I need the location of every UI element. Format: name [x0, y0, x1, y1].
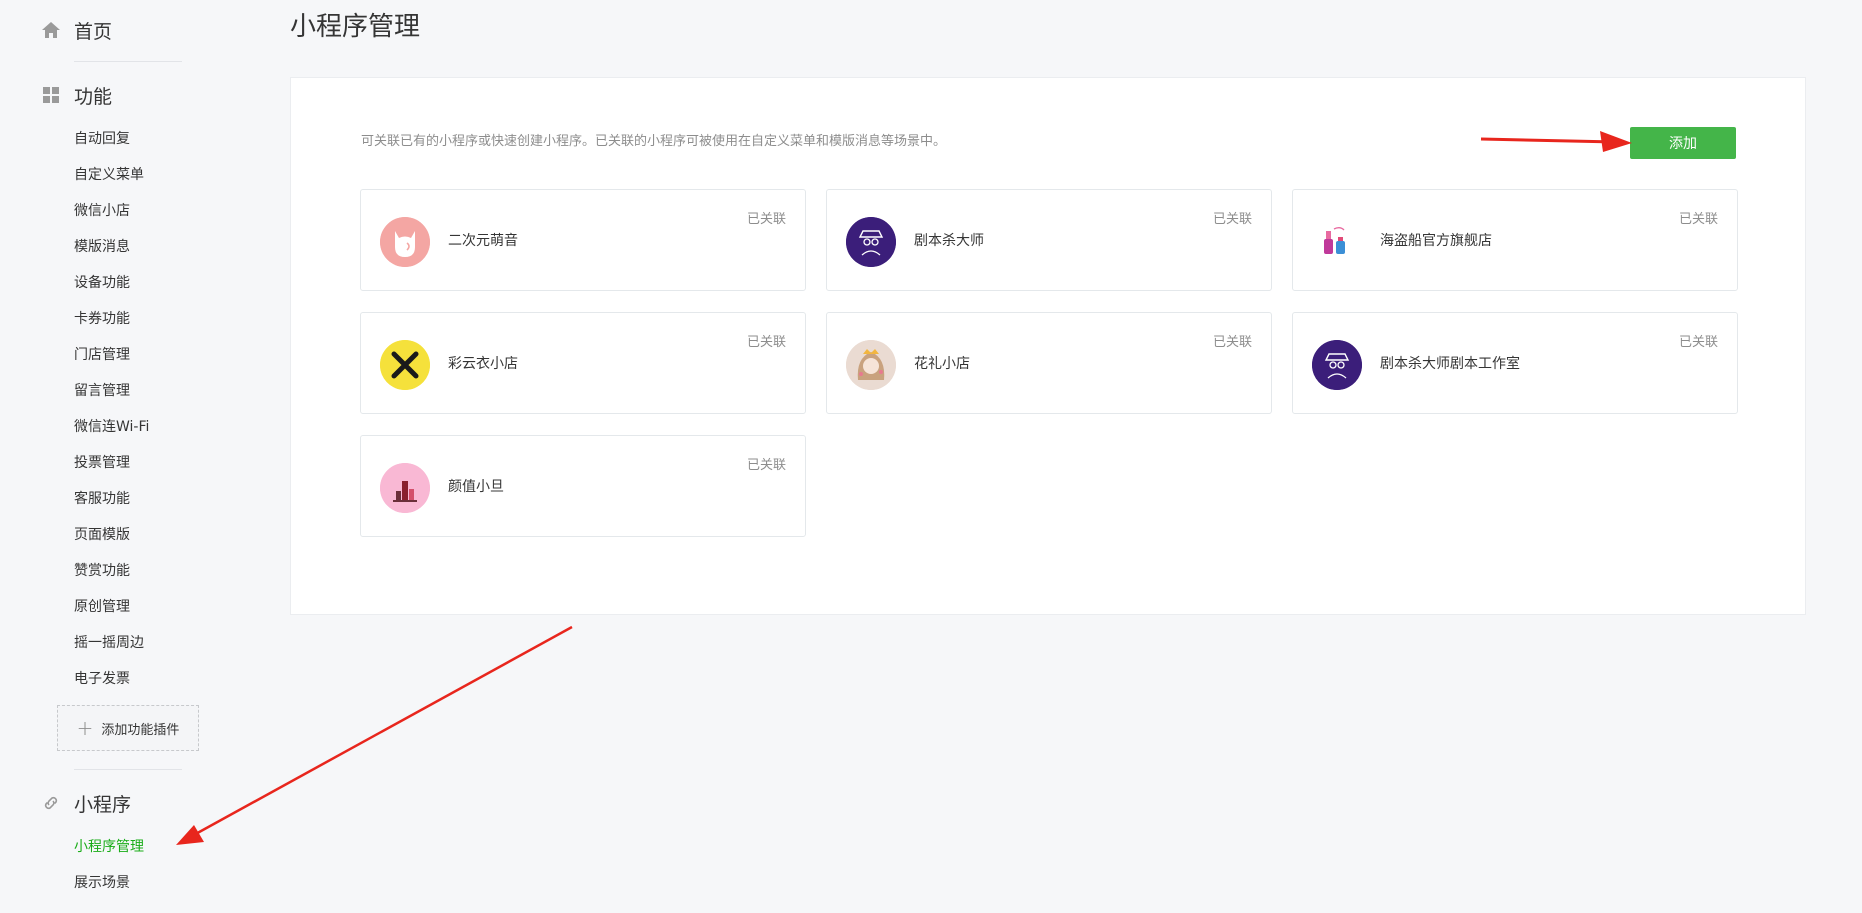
- nav-section-miniprogram: 小程序: [40, 787, 131, 819]
- status-badge: 已关联: [746, 212, 786, 227]
- miniprogram-card[interactable]: 剧本杀大师剧本工作室 已关联: [1292, 312, 1738, 414]
- nav-home-label: 首页: [74, 20, 113, 43]
- miniprogram-name: 海盗船官方旗舰店: [1380, 233, 1492, 249]
- sidebar: 首页 功能 自动回复 自定义菜单 微信小店 模版消息 设备功能 卡券功能 门店管…: [0, 0, 240, 913]
- sidebar-item-shake[interactable]: 摇一摇周边: [74, 625, 149, 661]
- status-badge: 已关联: [1212, 335, 1252, 350]
- miniprogram-card[interactable]: 彩云衣小店 已关联: [360, 312, 806, 414]
- sidebar-item-reward[interactable]: 赞赏功能: [74, 553, 149, 589]
- miniprogram-card[interactable]: 颜值小旦 已关联: [360, 435, 806, 537]
- detective-avatar-icon: [846, 217, 896, 267]
- sidebar-item-custom-menu[interactable]: 自定义菜单: [74, 157, 149, 193]
- status-badge: 已关联: [746, 458, 786, 473]
- sidebar-item-comments[interactable]: 留言管理: [74, 373, 149, 409]
- makeup-avatar-icon: [380, 463, 430, 513]
- status-badge: 已关联: [746, 335, 786, 350]
- status-badge: 已关联: [1678, 212, 1718, 227]
- sidebar-item-voting[interactable]: 投票管理: [74, 445, 149, 481]
- miniprogram-card[interactable]: 二次元萌音 已关联: [360, 189, 806, 291]
- miniprogram-card[interactable]: 花礼小店 已关联: [826, 312, 1272, 414]
- miniprogram-name: 彩云衣小店: [448, 356, 518, 372]
- cosmetics-avatar-icon: [1312, 217, 1362, 267]
- divider: [74, 61, 182, 62]
- add-plugin-label: 添加功能插件: [101, 722, 180, 738]
- miniprogram-card[interactable]: 海盗船官方旗舰店 已关联: [1292, 189, 1738, 291]
- girl-avatar-icon: [846, 340, 896, 390]
- miniprogram-menu: 小程序管理 展示场景: [74, 829, 144, 901]
- miniprogram-card[interactable]: 剧本杀大师 已关联: [826, 189, 1272, 291]
- detective-avatar-icon: [1312, 340, 1362, 390]
- miniprogram-name: 颜值小旦: [448, 479, 504, 495]
- nav-home[interactable]: 首页: [40, 14, 112, 46]
- sidebar-item-store-management[interactable]: 门店管理: [74, 337, 149, 373]
- plus-icon: +: [76, 716, 94, 740]
- sidebar-item-miniprogram-management[interactable]: 小程序管理: [74, 829, 144, 865]
- add-plugin-button[interactable]: + 添加功能插件: [57, 705, 199, 751]
- sidebar-item-display-scenes[interactable]: 展示场景: [74, 865, 144, 901]
- nav-section-features-label: 功能: [74, 85, 113, 108]
- add-button[interactable]: 添加: [1630, 127, 1736, 159]
- status-badge: 已关联: [1212, 212, 1252, 227]
- divider: [74, 769, 182, 770]
- status-badge: 已关联: [1678, 335, 1718, 350]
- link-icon: [40, 792, 62, 814]
- sidebar-item-device[interactable]: 设备功能: [74, 265, 149, 301]
- description-text: 可关联已有的小程序或快速创建小程序。已关联的小程序可被使用在自定义菜单和模版消息…: [361, 134, 947, 149]
- x-avatar-icon: [380, 340, 430, 390]
- cat-avatar-icon: [380, 217, 430, 267]
- miniprogram-name: 剧本杀大师剧本工作室: [1380, 356, 1520, 372]
- page-title: 小程序管理: [290, 12, 421, 42]
- miniprogram-name: 二次元萌音: [448, 233, 518, 249]
- miniprogram-name: 剧本杀大师: [914, 233, 984, 249]
- miniprogram-name: 花礼小店: [914, 356, 970, 372]
- home-icon: [40, 19, 62, 41]
- sidebar-item-original[interactable]: 原创管理: [74, 589, 149, 625]
- sidebar-item-page-template[interactable]: 页面模版: [74, 517, 149, 553]
- nav-section-features: 功能: [40, 79, 112, 111]
- sidebar-item-coupons[interactable]: 卡券功能: [74, 301, 149, 337]
- sidebar-item-wechat-store[interactable]: 微信小店: [74, 193, 149, 229]
- sidebar-item-e-invoice[interactable]: 电子发票: [74, 661, 149, 697]
- grid-icon: [40, 84, 62, 106]
- sidebar-item-template-message[interactable]: 模版消息: [74, 229, 149, 265]
- sidebar-item-customer-service[interactable]: 客服功能: [74, 481, 149, 517]
- feature-menu: 自动回复 自定义菜单 微信小店 模版消息 设备功能 卡券功能 门店管理 留言管理…: [74, 121, 149, 697]
- nav-section-miniprogram-label: 小程序: [74, 793, 132, 816]
- sidebar-item-auto-reply[interactable]: 自动回复: [74, 121, 149, 157]
- miniprogram-panel: 可关联已有的小程序或快速创建小程序。已关联的小程序可被使用在自定义菜单和模版消息…: [290, 77, 1806, 615]
- sidebar-item-wifi[interactable]: 微信连Wi-Fi: [74, 409, 149, 445]
